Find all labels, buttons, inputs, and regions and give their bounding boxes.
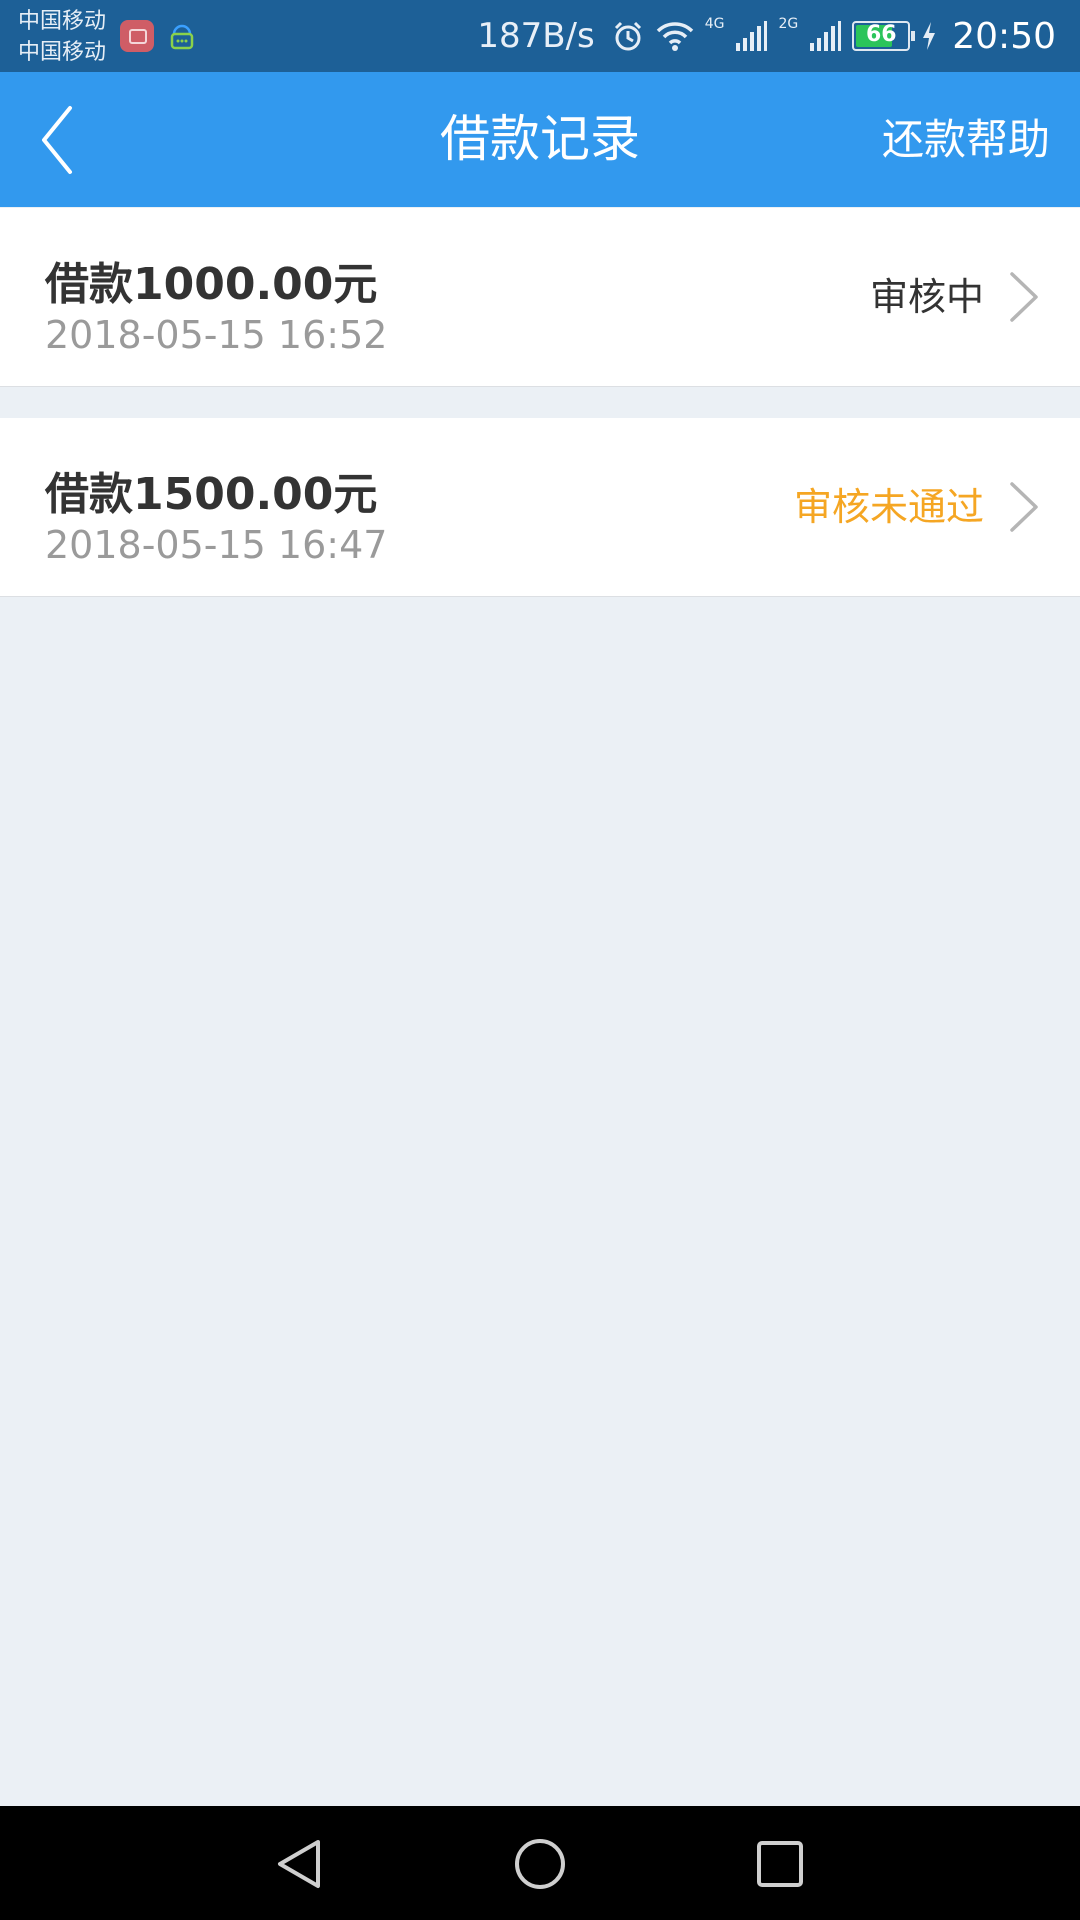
net-type-2: 2G <box>778 16 799 32</box>
net-type-1: 4G <box>704 16 725 32</box>
record-status: 审核未通过 <box>793 485 984 529</box>
signal-icon <box>736 21 768 51</box>
net-speed: 187B/s <box>477 16 595 56</box>
wifi-icon <box>656 22 693 51</box>
chevron-right-icon <box>1010 272 1038 322</box>
loan-record-item[interactable]: 借款1500.00元 2018-05-15 16:47 审核未通过 <box>0 418 1080 597</box>
chevron-right-icon <box>1010 482 1038 532</box>
chevron-left-icon <box>42 106 72 174</box>
record-amount: 借款1000.00元 <box>45 259 378 310</box>
carrier-info: 中国移动 中国移动 <box>18 6 106 68</box>
record-time: 2018-05-15 16:47 <box>45 523 388 567</box>
clock: 20:50 <box>952 15 1056 57</box>
record-status: 审核中 <box>869 275 984 319</box>
status-bar: 中国移动 中国移动 187B/s 4G 2G 66 20:50 <box>0 0 1080 72</box>
back-triangle-icon[interactable] <box>272 1836 328 1892</box>
record-amount: 借款1500.00元 <box>45 469 378 520</box>
battery-indicator: 66 <box>852 21 916 51</box>
app-bar: 借款记录 还款帮助 <box>0 72 1080 207</box>
app-notification-icon <box>120 20 154 52</box>
record-time: 2018-05-15 16:52 <box>45 313 388 357</box>
charging-icon <box>923 22 936 50</box>
back-button[interactable] <box>30 92 100 187</box>
recents-square-icon[interactable] <box>752 1836 808 1892</box>
carrier-2: 中国移动 <box>18 40 107 65</box>
system-nav-bar <box>0 1806 1080 1920</box>
status-indicators: 187B/s 4G 2G 66 20:50 <box>477 0 1056 72</box>
signal-icon-2 <box>810 21 842 51</box>
alarm-icon <box>614 21 641 51</box>
home-circle-icon[interactable] <box>512 1836 568 1892</box>
battery-cap <box>911 31 916 41</box>
repayment-help-button[interactable]: 还款帮助 <box>882 72 1050 207</box>
loan-record-item[interactable]: 借款1000.00元 2018-05-15 16:52 审核中 <box>0 208 1080 387</box>
chat-notification-icon <box>170 24 194 50</box>
carrier-1: 中国移动 <box>18 9 107 34</box>
battery-level: 66 <box>865 22 897 47</box>
